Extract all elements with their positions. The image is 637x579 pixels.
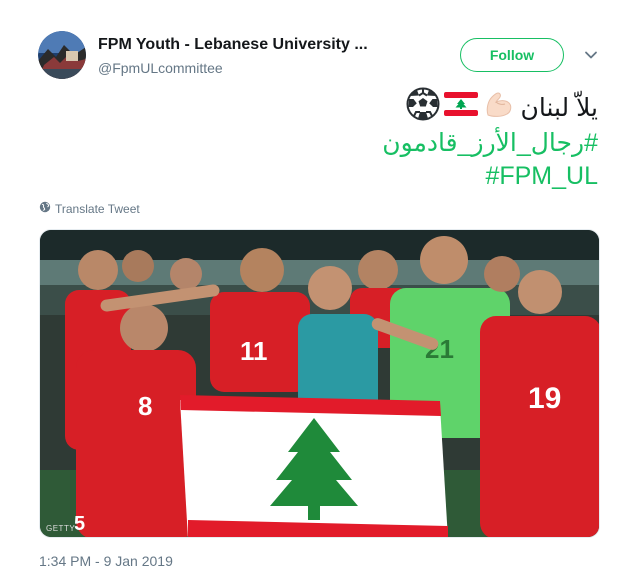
svg-text:5: 5 <box>74 513 85 535</box>
globe-icon <box>39 201 51 216</box>
translate-tweet-label: Translate Tweet <box>55 201 140 216</box>
display-name[interactable]: FPM Youth - Lebanese University ... <box>98 36 368 54</box>
user-handle[interactable]: @FpmULcommittee <box>98 60 223 76</box>
photo-credit: GETTY <box>46 524 76 533</box>
tweet-arabic-text: يلاّ لبنان <box>520 94 598 122</box>
soccer-ball-icon <box>406 87 440 130</box>
tweet-media-photo[interactable]: 11 21 19 8 5 GETTY <box>39 229 600 538</box>
svg-text:19: 19 <box>528 382 561 415</box>
svg-text:11: 11 <box>240 336 268 366</box>
tweet-card: FPM Youth - Lebanese University ... @Fpm… <box>0 0 637 579</box>
translate-tweet-link[interactable]: Translate Tweet <box>39 201 140 216</box>
tweet-line-1: يلاّ لبنان <box>38 87 598 130</box>
hashtag-fpm-ul[interactable]: #FPM_UL <box>38 160 598 193</box>
flexed-biceps-icon <box>482 89 514 128</box>
lebanon-flag-held <box>180 395 448 537</box>
lebanon-flag-icon <box>444 92 479 125</box>
chevron-down-icon[interactable] <box>583 47 599 63</box>
hashtag-arabic[interactable]: #رجال_الأرز_قادمون <box>38 127 598 160</box>
svg-text:8: 8 <box>138 391 152 421</box>
tweet-timestamp[interactable]: 1:34 PM - 9 Jan 2019 <box>39 553 173 569</box>
team-photo: 11 21 19 8 5 <box>40 230 599 537</box>
avatar[interactable] <box>38 31 86 79</box>
avatar-image <box>38 31 86 79</box>
follow-button[interactable]: Follow <box>460 38 564 72</box>
tweet-text: يلاّ لبنان #رجال_الأرز_قادمون #FPM_UL <box>38 87 598 193</box>
